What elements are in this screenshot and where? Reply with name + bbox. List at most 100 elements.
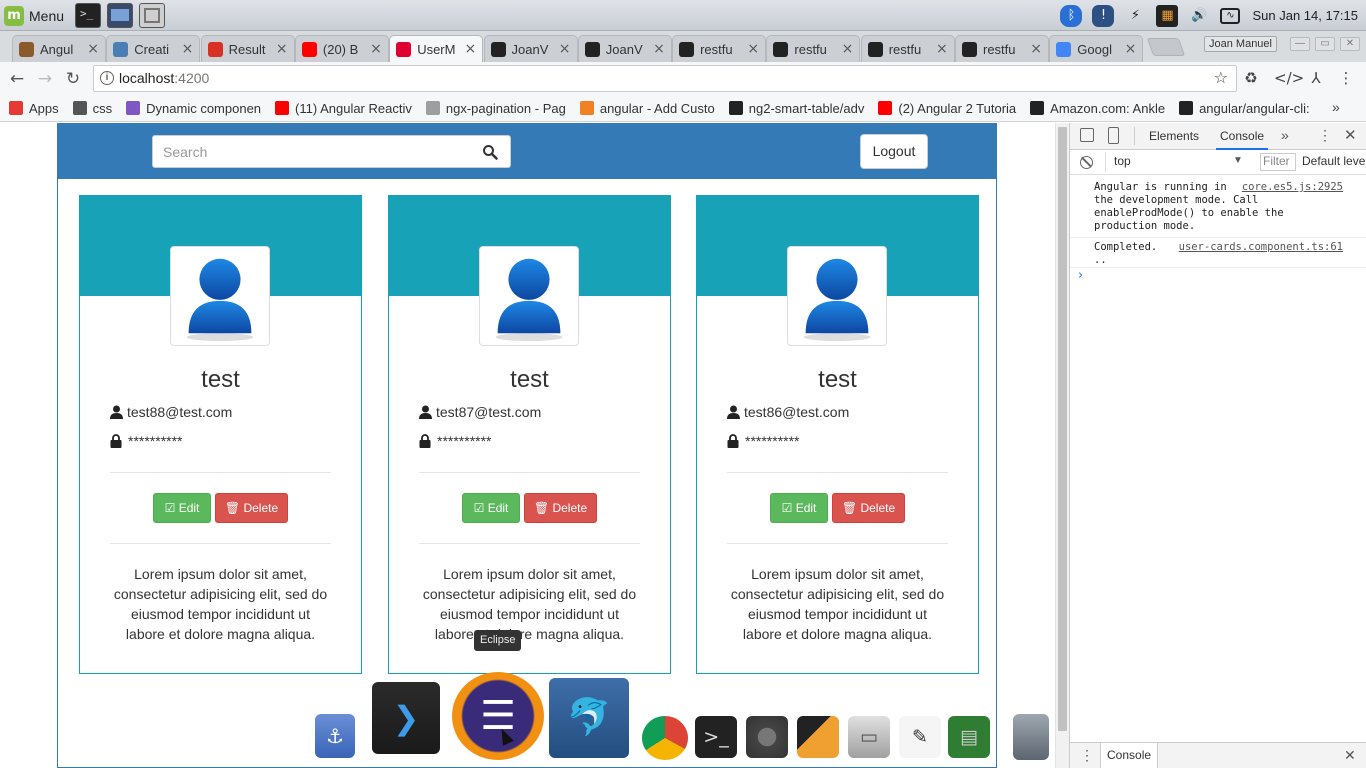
compass-extension-icon[interactable]: ⅄ <box>1306 68 1326 88</box>
close-window-button[interactable]: ✕ <box>1340 37 1360 51</box>
code-extension-icon[interactable]: </> <box>1274 68 1304 88</box>
browser-tab[interactable]: restfu × <box>672 35 767 62</box>
devtools-close-icon[interactable]: ✕ <box>1344 126 1357 144</box>
context-dropdown-icon[interactable]: ▼ <box>1233 155 1243 166</box>
bookmark-item[interactable]: css <box>72 101 112 116</box>
edit-button[interactable]: ☑ Edit <box>462 493 520 523</box>
more-tabs-icon[interactable]: » <box>1281 127 1289 143</box>
video-clapper-icon[interactable] <box>797 716 839 758</box>
file-cabinet-icon[interactable]: ▭ <box>848 716 890 758</box>
chrome-icon[interactable] <box>642 716 688 760</box>
bookmark-item[interactable]: (2) Angular 2 Tutoria <box>878 101 1016 116</box>
scrollbar-thumb[interactable] <box>1058 127 1067 731</box>
bookmark-item[interactable]: Dynamic componen <box>126 101 261 116</box>
url-text[interactable]: localhost:4200 <box>119 70 209 86</box>
bookmark-item[interactable]: angular/angular-cli: <box>1179 101 1310 116</box>
clapper-tray-icon[interactable]: ▦ <box>1156 4 1179 27</box>
tab-close-icon[interactable]: × <box>182 41 194 57</box>
browser-tab[interactable]: Googl × <box>1049 35 1144 62</box>
bookmarks-overflow-icon[interactable]: » <box>1332 99 1340 115</box>
drawer-close-icon[interactable]: ✕ <box>1344 747 1356 764</box>
desktop-launcher-icon[interactable] <box>107 3 133 28</box>
minimize-button[interactable]: — <box>1290 37 1310 51</box>
tab-close-icon[interactable]: × <box>842 41 854 57</box>
battery-power-icon[interactable]: ∿ <box>1220 7 1241 24</box>
browser-tab[interactable]: Angul × <box>12 35 106 62</box>
device-toolbar-icon[interactable] <box>1108 127 1119 144</box>
logout-button[interactable]: Logout <box>860 134 928 169</box>
clock[interactable]: Sun Jan 14, 17:15 <box>1252 8 1358 23</box>
shield-icon[interactable]: ! <box>1092 4 1115 27</box>
browser-tab[interactable]: restfu × <box>955 35 1049 62</box>
search-icon[interactable] <box>482 144 498 160</box>
browser-tab[interactable]: JoanV × <box>577 35 672 62</box>
browser-tab[interactable]: restfu × <box>860 35 955 62</box>
delete-button[interactable]: 🗑 Delete <box>832 493 905 523</box>
delete-button[interactable]: 🗑 Delete <box>215 493 288 523</box>
edit-button[interactable]: ☑ Edit <box>770 493 828 523</box>
maximize-button[interactable]: ▭ <box>1315 37 1335 51</box>
bluetooth-icon[interactable]: ᛒ <box>1060 4 1083 27</box>
reload-icon[interactable]: ↻ <box>62 68 84 90</box>
tab-close-icon[interactable]: × <box>747 41 759 57</box>
search-input[interactable] <box>163 136 463 167</box>
bookmark-item[interactable]: (11) Angular Reactiv <box>275 101 412 116</box>
edit-button[interactable]: ☑ Edit <box>153 493 211 523</box>
tab-close-icon[interactable]: × <box>464 41 476 57</box>
inspect-element-icon[interactable] <box>1080 128 1094 142</box>
bookmark-item[interactable]: ng2-smart-table/adv <box>728 101 864 116</box>
devtools-tab-console[interactable]: Console <box>1216 123 1269 150</box>
bookmark-star-icon[interactable]: ☆ <box>1214 68 1228 87</box>
browser-tab[interactable]: UserM × <box>389 35 484 62</box>
tab-close-icon[interactable]: × <box>370 41 382 57</box>
recycle-extension-icon[interactable]: ♻ <box>1241 68 1261 88</box>
menu-button[interactable]: m Menu <box>4 4 64 27</box>
browser-tab[interactable]: Creati × <box>106 35 201 62</box>
system-monitor-icon[interactable]: ▤ <box>948 716 990 758</box>
clear-console-icon[interactable] <box>1080 156 1093 169</box>
log-source-link[interactable]: user-cards.component.ts:61 <box>1179 241 1343 254</box>
forward-arrow-icon[interactable]: → <box>34 68 56 90</box>
eclipse-icon[interactable]: ☰ <box>452 672 544 760</box>
files-launcher-icon[interactable] <box>139 3 165 28</box>
anchor-app-icon[interactable]: ⚓ <box>315 714 355 758</box>
drawer-menu-icon[interactable]: ⋮ <box>1080 747 1094 764</box>
browser-tab[interactable]: JoanV × <box>483 35 578 62</box>
drawer-tab-console[interactable]: Console <box>1100 743 1159 768</box>
terminal-icon[interactable]: >_ <box>695 716 737 758</box>
console-filter-input[interactable]: Filter <box>1260 153 1296 171</box>
network-cable-icon[interactable]: ⚡ <box>1124 5 1146 27</box>
tab-close-icon[interactable]: × <box>276 41 288 57</box>
vscode-icon[interactable]: ❯ <box>372 682 440 754</box>
tab-close-icon[interactable]: × <box>1125 41 1137 57</box>
volume-icon[interactable]: 🔊 <box>1188 5 1210 27</box>
bookmark-item[interactable]: Amazon.com: Ankle <box>1030 101 1165 116</box>
tab-close-icon[interactable]: × <box>936 41 948 57</box>
speaker-icon[interactable] <box>746 716 788 758</box>
address-bar[interactable]: i localhost:4200 ☆ <box>93 65 1237 92</box>
context-select[interactable]: top <box>1114 154 1131 168</box>
tab-close-icon[interactable]: × <box>653 41 665 57</box>
devtools-tab-elements[interactable]: Elements <box>1145 123 1203 150</box>
delete-button[interactable]: 🗑 Delete <box>524 493 597 523</box>
bookmark-item[interactable]: ngx-pagination - Pag <box>425 101 566 116</box>
trash-icon[interactable] <box>1013 714 1049 760</box>
bookmark-item[interactable]: Apps <box>9 101 59 116</box>
bookmark-item[interactable]: angular - Add Custo <box>579 101 715 116</box>
log-source-link[interactable]: core.es5.js:2925 <box>1242 181 1343 194</box>
browser-tab[interactable]: restfu × <box>766 35 861 62</box>
browser-tab[interactable]: Result × <box>200 35 295 62</box>
tab-close-icon[interactable]: × <box>87 41 99 57</box>
browser-tab[interactable]: (20) B × <box>294 35 389 62</box>
profile-button[interactable]: Joan Manuel <box>1204 36 1277 52</box>
tab-close-icon[interactable]: × <box>1030 41 1042 57</box>
browser-menu-icon[interactable]: ⋮ <box>1336 68 1356 88</box>
tab-close-icon[interactable]: × <box>559 41 571 57</box>
text-editor-icon[interactable]: ✎ <box>899 716 941 758</box>
info-icon[interactable]: i <box>100 71 114 85</box>
console-prompt-icon[interactable]: › <box>1078 268 1083 283</box>
log-level-select[interactable]: Default levels <box>1302 154 1366 168</box>
terminal-launcher-icon[interactable]: >_ <box>75 3 101 28</box>
back-arrow-icon[interactable]: ← <box>6 68 28 90</box>
new-tab-button[interactable] <box>1146 38 1186 56</box>
